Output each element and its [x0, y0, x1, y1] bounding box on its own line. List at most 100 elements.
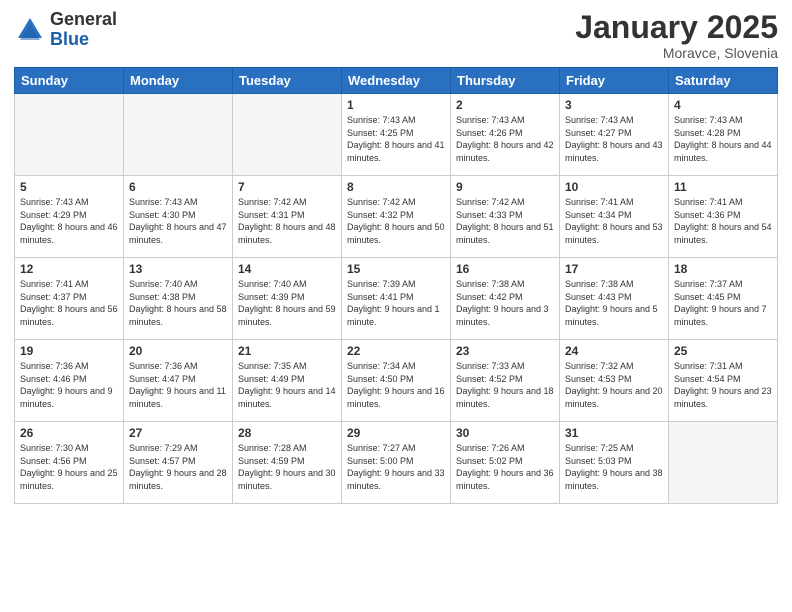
day-number: 21: [238, 344, 336, 358]
header-monday: Monday: [124, 68, 233, 94]
day-number: 29: [347, 426, 445, 440]
day-info: Sunrise: 7:43 AM Sunset: 4:26 PM Dayligh…: [456, 114, 554, 164]
calendar-cell: 7 Sunrise: 7:42 AM Sunset: 4:31 PM Daylig…: [233, 176, 342, 258]
day-info: Sunrise: 7:38 AM Sunset: 4:42 PM Dayligh…: [456, 278, 554, 328]
header-tuesday: Tuesday: [233, 68, 342, 94]
day-info: Sunrise: 7:41 AM Sunset: 4:36 PM Dayligh…: [674, 196, 772, 246]
day-info: Sunrise: 7:43 AM Sunset: 4:30 PM Dayligh…: [129, 196, 227, 246]
calendar-cell: 28 Sunrise: 7:28 AM Sunset: 4:59 PM Dayli…: [233, 422, 342, 504]
day-number: 24: [565, 344, 663, 358]
calendar-week-2: 5Sunrise: 7:43 AM Sunset: 4:29 PM Daylig…: [15, 176, 778, 258]
calendar-cell: [15, 94, 124, 176]
day-number: 19: [20, 344, 118, 358]
calendar-week-5: 26 Sunrise: 7:30 AM Sunset: 4:56 PM Dayli…: [15, 422, 778, 504]
day-number: 28: [238, 426, 336, 440]
day-number: 22: [347, 344, 445, 358]
day-number: 30: [456, 426, 554, 440]
day-number: 3: [565, 98, 663, 112]
calendar-cell: 24Sunrise: 7:32 AM Sunset: 4:53 PM Dayli…: [560, 340, 669, 422]
day-info: Sunrise: 7:26 AM Sunset: 5:02 PM Dayligh…: [456, 442, 554, 492]
calendar-cell: 31 Sunrise: 7:25 AM Sunset: 5:03 PM Dayli…: [560, 422, 669, 504]
day-info: Sunrise: 7:35 AM Sunset: 4:49 PM Dayligh…: [238, 360, 336, 410]
calendar-week-3: 12 Sunrise: 7:41 AM Sunset: 4:37 PM Dayli…: [15, 258, 778, 340]
calendar-cell: 18Sunrise: 7:37 AM Sunset: 4:45 PM Dayli…: [669, 258, 778, 340]
calendar-cell: 11 Sunrise: 7:41 AM Sunset: 4:36 PM Dayli…: [669, 176, 778, 258]
calendar-cell: 14Sunrise: 7:40 AM Sunset: 4:39 PM Dayli…: [233, 258, 342, 340]
logo: General Blue: [14, 10, 117, 50]
day-info: Sunrise: 7:42 AM Sunset: 4:31 PM Dayligh…: [238, 196, 336, 246]
day-number: 17: [565, 262, 663, 276]
day-number: 10: [565, 180, 663, 194]
day-number: 11: [674, 180, 772, 194]
header-thursday: Thursday: [451, 68, 560, 94]
day-number: 4: [674, 98, 772, 112]
calendar-cell: [124, 94, 233, 176]
day-info: Sunrise: 7:40 AM Sunset: 4:38 PM Dayligh…: [129, 278, 227, 328]
day-info: Sunrise: 7:38 AM Sunset: 4:43 PM Dayligh…: [565, 278, 663, 328]
day-info: Sunrise: 7:27 AM Sunset: 5:00 PM Dayligh…: [347, 442, 445, 492]
calendar-cell: 30 Sunrise: 7:26 AM Sunset: 5:02 PM Dayli…: [451, 422, 560, 504]
day-info: Sunrise: 7:25 AM Sunset: 5:03 PM Dayligh…: [565, 442, 663, 492]
calendar-cell: 10 Sunrise: 7:41 AM Sunset: 4:34 PM Dayli…: [560, 176, 669, 258]
day-info: Sunrise: 7:37 AM Sunset: 4:45 PM Dayligh…: [674, 278, 772, 328]
calendar-header: Sunday Monday Tuesday Wednesday Thursday…: [15, 68, 778, 94]
title-section: January 2025 Moravce, Slovenia: [575, 10, 778, 61]
day-info: Sunrise: 7:41 AM Sunset: 4:37 PM Dayligh…: [20, 278, 118, 328]
day-number: 9: [456, 180, 554, 194]
day-info: Sunrise: 7:33 AM Sunset: 4:52 PM Dayligh…: [456, 360, 554, 410]
page: General Blue January 2025 Moravce, Slove…: [0, 0, 792, 612]
day-number: 27: [129, 426, 227, 440]
day-info: Sunrise: 7:29 AM Sunset: 4:57 PM Dayligh…: [129, 442, 227, 492]
day-info: Sunrise: 7:34 AM Sunset: 4:50 PM Dayligh…: [347, 360, 445, 410]
day-number: 1: [347, 98, 445, 112]
calendar-week-4: 19Sunrise: 7:36 AM Sunset: 4:46 PM Dayli…: [15, 340, 778, 422]
day-number: 12: [20, 262, 118, 276]
logo-icon: [14, 14, 46, 46]
calendar-cell: 4 Sunrise: 7:43 AM Sunset: 4:28 PM Daylig…: [669, 94, 778, 176]
month-title: January 2025: [575, 10, 778, 45]
header-row: Sunday Monday Tuesday Wednesday Thursday…: [15, 68, 778, 94]
day-info: Sunrise: 7:43 AM Sunset: 4:29 PM Dayligh…: [20, 196, 118, 246]
calendar-cell: 27 Sunrise: 7:29 AM Sunset: 4:57 PM Dayli…: [124, 422, 233, 504]
day-info: Sunrise: 7:43 AM Sunset: 4:28 PM Dayligh…: [674, 114, 772, 164]
day-info: Sunrise: 7:41 AM Sunset: 4:34 PM Dayligh…: [565, 196, 663, 246]
day-number: 20: [129, 344, 227, 358]
header-sunday: Sunday: [15, 68, 124, 94]
logo-general: General: [50, 10, 117, 30]
calendar-cell: [233, 94, 342, 176]
day-info: Sunrise: 7:30 AM Sunset: 4:56 PM Dayligh…: [20, 442, 118, 492]
calendar-cell: 17 Sunrise: 7:38 AM Sunset: 4:43 PM Dayli…: [560, 258, 669, 340]
calendar-cell: 29 Sunrise: 7:27 AM Sunset: 5:00 PM Dayli…: [342, 422, 451, 504]
calendar-cell: 15 Sunrise: 7:39 AM Sunset: 4:41 PM Dayli…: [342, 258, 451, 340]
calendar-cell: 9 Sunrise: 7:42 AM Sunset: 4:33 PM Daylig…: [451, 176, 560, 258]
calendar-body: 1 Sunrise: 7:43 AM Sunset: 4:25 PM Daylig…: [15, 94, 778, 504]
day-info: Sunrise: 7:36 AM Sunset: 4:47 PM Dayligh…: [129, 360, 227, 410]
day-info: Sunrise: 7:39 AM Sunset: 4:41 PM Dayligh…: [347, 278, 445, 328]
day-info: Sunrise: 7:28 AM Sunset: 4:59 PM Dayligh…: [238, 442, 336, 492]
day-number: 15: [347, 262, 445, 276]
calendar-cell: 26 Sunrise: 7:30 AM Sunset: 4:56 PM Dayli…: [15, 422, 124, 504]
day-info: Sunrise: 7:43 AM Sunset: 4:27 PM Dayligh…: [565, 114, 663, 164]
header-saturday: Saturday: [669, 68, 778, 94]
calendar-cell: 25Sunrise: 7:31 AM Sunset: 4:54 PM Dayli…: [669, 340, 778, 422]
day-info: Sunrise: 7:42 AM Sunset: 4:33 PM Dayligh…: [456, 196, 554, 246]
day-number: 6: [129, 180, 227, 194]
calendar-cell: 3 Sunrise: 7:43 AM Sunset: 4:27 PM Daylig…: [560, 94, 669, 176]
day-number: 31: [565, 426, 663, 440]
day-info: Sunrise: 7:43 AM Sunset: 4:25 PM Dayligh…: [347, 114, 445, 164]
calendar-cell: 21 Sunrise: 7:35 AM Sunset: 4:49 PM Dayli…: [233, 340, 342, 422]
header-friday: Friday: [560, 68, 669, 94]
calendar-cell: 13Sunrise: 7:40 AM Sunset: 4:38 PM Dayli…: [124, 258, 233, 340]
logo-blue: Blue: [50, 30, 117, 50]
day-number: 16: [456, 262, 554, 276]
day-info: Sunrise: 7:31 AM Sunset: 4:54 PM Dayligh…: [674, 360, 772, 410]
header-wednesday: Wednesday: [342, 68, 451, 94]
day-number: 23: [456, 344, 554, 358]
day-number: 8: [347, 180, 445, 194]
calendar-cell: 20 Sunrise: 7:36 AM Sunset: 4:47 PM Dayli…: [124, 340, 233, 422]
calendar-cell: 23 Sunrise: 7:33 AM Sunset: 4:52 PM Dayli…: [451, 340, 560, 422]
calendar-cell: 16 Sunrise: 7:38 AM Sunset: 4:42 PM Dayli…: [451, 258, 560, 340]
day-number: 7: [238, 180, 336, 194]
day-number: 26: [20, 426, 118, 440]
calendar-cell: 1 Sunrise: 7:43 AM Sunset: 4:25 PM Daylig…: [342, 94, 451, 176]
